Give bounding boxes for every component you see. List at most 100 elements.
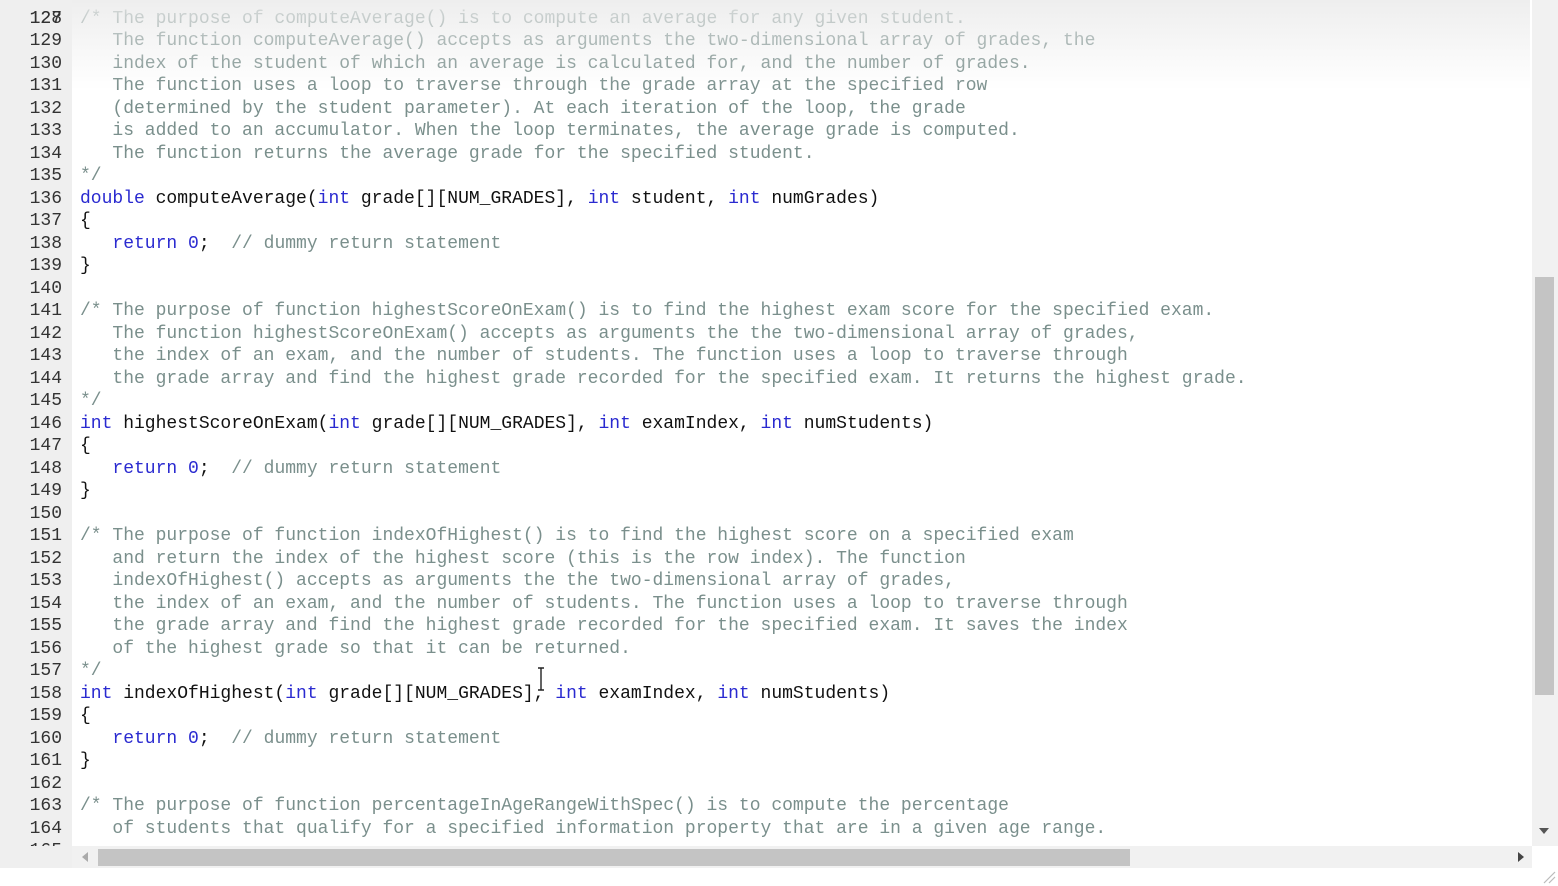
code-text[interactable]: /* The purpose of computeAverage() is to…: [80, 8, 966, 31]
comment-token: and return the index of the highest scor…: [80, 548, 966, 569]
code-text[interactable]: is added to an accumulator. When the loo…: [80, 120, 1019, 143]
code-text[interactable]: /* The purpose of function percentageInA…: [80, 795, 1009, 818]
code-line[interactable]: 151 /* The purpose of function indexOfHig…: [0, 525, 1530, 548]
code-line[interactable]: 149}: [0, 480, 1530, 503]
code-line[interactable]: 136 double computeAverage(int grade[][NUM…: [0, 188, 1530, 211]
code-line[interactable]: 141 /* The purpose of function highestSco…: [0, 300, 1530, 323]
code-text[interactable]: the grade array and find the highest gra…: [80, 368, 1246, 391]
code-line[interactable]: 140: [0, 278, 1530, 301]
vertical-scrollbar-thumb[interactable]: [1535, 277, 1554, 695]
comment-token: of the highest grade so that it can be r…: [80, 638, 631, 659]
code-line[interactable]: 145 */: [0, 390, 1530, 413]
code-text[interactable]: of students that qualify for a specified…: [80, 818, 1106, 841]
code-line[interactable]: 129 The function computeAverage() accept…: [0, 30, 1530, 53]
comment-token: // dummy return statement: [231, 233, 502, 254]
line-number: 155: [29, 616, 62, 636]
comment-token: the index of an exam, and the number of …: [80, 346, 1128, 366]
code-text[interactable]: */: [80, 390, 102, 413]
line-number: 159: [29, 706, 62, 726]
code-line[interactable]: 135 */: [0, 165, 1530, 188]
code-text[interactable]: return 0; // dummy return statement: [80, 458, 501, 481]
code-line[interactable]: 163 /* The purpose of function percentage…: [0, 795, 1530, 818]
code-text[interactable]: the grade array and find the highest gra…: [80, 615, 1128, 638]
horizontal-scrollbar[interactable]: [72, 846, 1532, 868]
comment-token: the grade array and find the highest gra…: [80, 616, 1128, 636]
code-line[interactable]: 160 return 0; // dummy return statement: [0, 728, 1530, 751]
code-line[interactable]: 164 of students that qualify for a speci…: [0, 818, 1530, 841]
code-line[interactable]: 153 indexOfHighest() accepts as argument…: [0, 570, 1530, 593]
code-line[interactable]: 162: [0, 773, 1530, 796]
code-text[interactable]: The function uses a loop to traverse thr…: [80, 75, 987, 98]
code-text[interactable]: return 0; // dummy return statement: [80, 233, 501, 256]
code-text[interactable]: of the highest grade so that it can be r…: [80, 638, 631, 661]
vertical-scrollbar[interactable]: [1532, 0, 1558, 846]
code-editor[interactable]: 127 128 /* The purpose of computeAverage(…: [0, 0, 1530, 846]
code-text[interactable]: The function returns the average grade f…: [80, 143, 814, 166]
code-text[interactable]: /* The purpose of function indexOfHighes…: [80, 525, 1074, 548]
line-number: 163: [29, 796, 62, 816]
code-line[interactable]: 146 int highestScoreOnExam(int grade[][NU…: [0, 413, 1530, 436]
comment-token: The function computeAverage() accepts as…: [80, 31, 1096, 51]
code-text[interactable]: The function computeAverage() accepts as…: [80, 30, 1095, 53]
code-line[interactable]: 154 the index of an exam, and the number…: [0, 593, 1530, 616]
code-text[interactable]: indexOfHighest() accepts as arguments th…: [80, 570, 955, 593]
code-line[interactable]: 142 The function highestScoreOnExam() ac…: [0, 323, 1530, 346]
code-text[interactable]: */: [80, 660, 102, 683]
code-text[interactable]: {: [80, 435, 91, 458]
line-number: 133: [29, 121, 62, 141]
code-line[interactable]: 131 The function uses a loop to traverse…: [0, 75, 1530, 98]
code-line[interactable]: 143 the index of an exam, and the number…: [0, 345, 1530, 368]
code-text[interactable]: }: [80, 255, 91, 278]
code-text[interactable]: double computeAverage(int grade[][NUM_GR…: [80, 188, 879, 211]
code-text[interactable]: index of the student of which an average…: [80, 53, 1030, 76]
code-text[interactable]: (determined by the student parameter). A…: [80, 98, 965, 121]
code-line[interactable]: 159 {: [0, 705, 1530, 728]
code-line[interactable]: 134 The function returns the average gra…: [0, 143, 1530, 166]
code-line[interactable]: 156 of the highest grade so that it can …: [0, 638, 1530, 661]
code-line[interactable]: 150: [0, 503, 1530, 526]
code-text[interactable]: int indexOfHighest(int grade[][NUM_GRADE…: [80, 683, 890, 706]
line-number: 140: [29, 278, 62, 299]
plain-token: ;: [198, 233, 232, 254]
code-text[interactable]: }: [80, 750, 91, 773]
code-line[interactable]: 138 return 0; // dummy return statement: [0, 233, 1530, 256]
code-line[interactable]: 144 the grade array and find the highest…: [0, 368, 1530, 391]
scroll-down-arrow-icon[interactable]: [1539, 828, 1549, 834]
code-text[interactable]: the index of an exam, and the number of …: [80, 345, 1128, 368]
scroll-right-arrow-icon[interactable]: [1518, 852, 1524, 862]
code-text[interactable]: the index of an exam, and the number of …: [80, 593, 1127, 616]
code-line[interactable]: 157 */: [0, 660, 1530, 683]
line-number: 162: [29, 773, 62, 794]
horizontal-scrollbar-thumb[interactable]: [98, 849, 1130, 866]
code-line[interactable]: 130 index of the student of which an ave…: [0, 53, 1530, 76]
line-number: 153: [29, 571, 62, 591]
code-line[interactable]: 139}: [0, 255, 1530, 278]
keyword-token: int: [328, 413, 361, 434]
code-line[interactable]: 161}: [0, 750, 1530, 773]
code-text[interactable]: and return the index of the highest scor…: [80, 548, 966, 571]
code-text[interactable]: The function highestScoreOnExam() accept…: [80, 323, 1138, 346]
code-line[interactable]: 148 return 0; // dummy return statement: [0, 458, 1530, 481]
code-line[interactable]: 158 int indexOfHighest(int grade[][NUM_GR…: [0, 683, 1530, 706]
line-number: 130: [29, 53, 62, 74]
code-line[interactable]: 133 is added to an accumulator. When the…: [0, 120, 1530, 143]
resize-grip-icon[interactable]: [1540, 868, 1556, 884]
code-line[interactable]: 132 (determined by the student parameter…: [0, 98, 1530, 121]
line-number: 161: [29, 751, 62, 771]
code-text[interactable]: */: [80, 165, 102, 188]
scroll-left-arrow-icon[interactable]: [82, 852, 88, 862]
code-text[interactable]: {: [80, 705, 91, 728]
code-text[interactable]: /* The purpose of function highestScoreO…: [80, 300, 1214, 323]
code-text[interactable]: }: [80, 480, 91, 503]
code-line[interactable]: 155 the grade array and find the highest…: [0, 615, 1530, 638]
code-lines[interactable]: 127 128/* The purpose of computeAverage(…: [0, 8, 1530, 847]
code-line[interactable]: 152 and return the index of the highest …: [0, 548, 1530, 571]
line-number: 132: [29, 98, 62, 119]
code-line[interactable]: 137 {: [0, 210, 1530, 233]
code-text[interactable]: int highestScoreOnExam(int grade[][NUM_G…: [80, 413, 933, 436]
code-text[interactable]: return 0; // dummy return statement: [80, 728, 501, 751]
plain-token: {: [80, 211, 91, 231]
code-line[interactable]: 147 {: [0, 435, 1530, 458]
code-line[interactable]: 128 /* The purpose of computeAverage() is…: [0, 8, 1530, 31]
code-text[interactable]: {: [80, 210, 91, 233]
